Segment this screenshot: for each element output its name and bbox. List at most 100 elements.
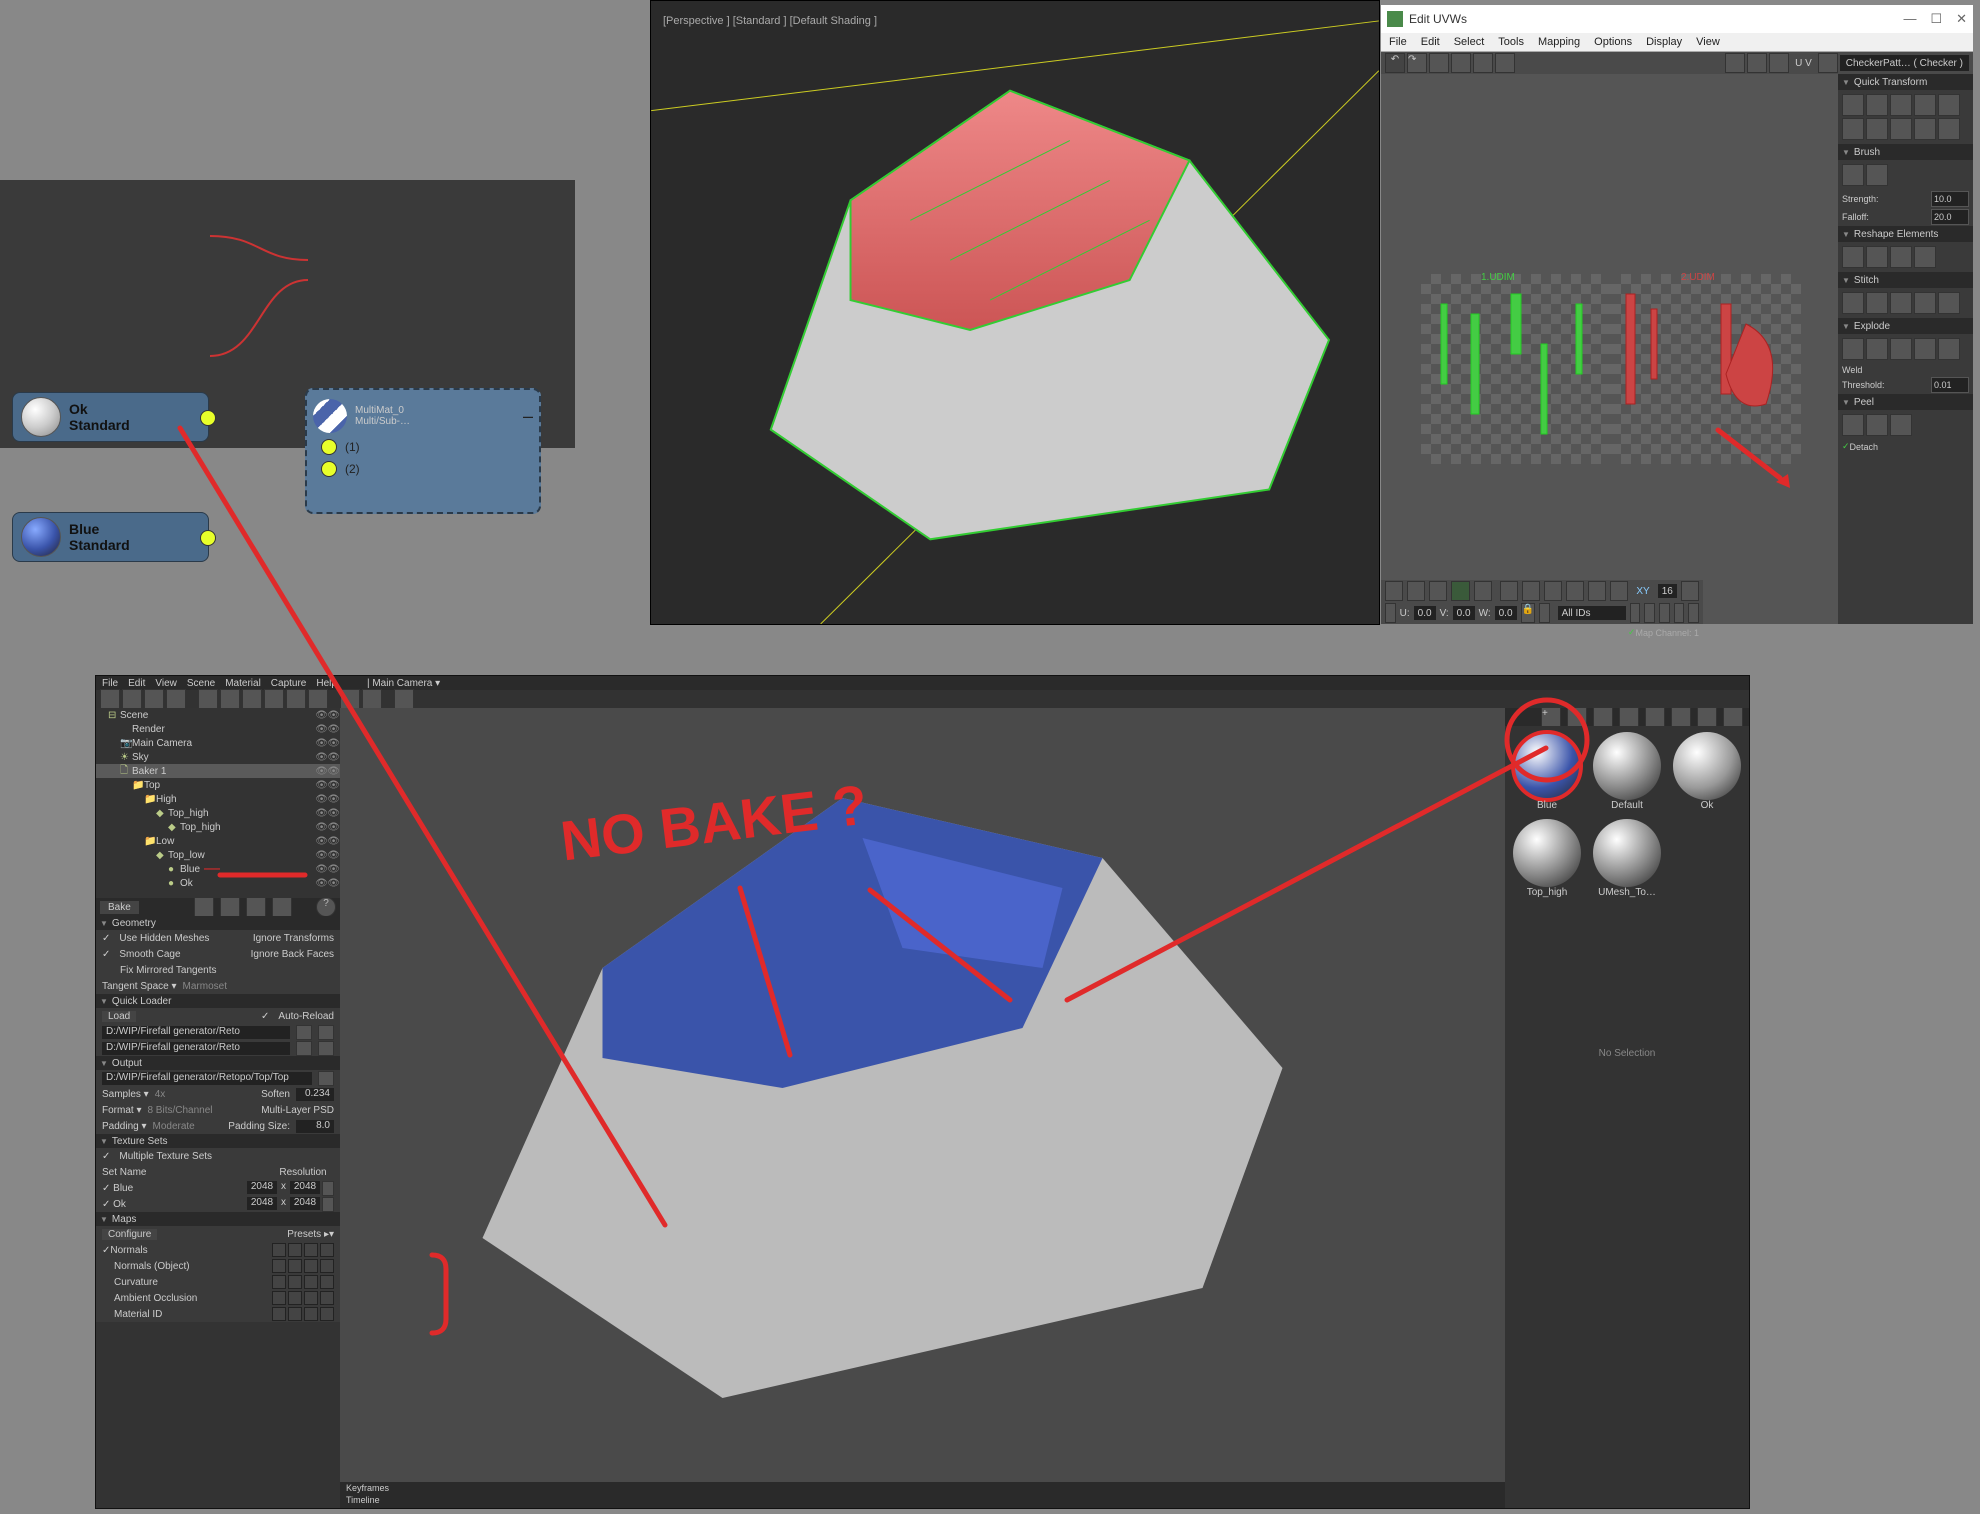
load-button[interactable]: Load [102,1011,136,1022]
menu-capture[interactable]: Capture [271,678,307,689]
folder-icon[interactable] [1593,707,1613,727]
pan-icon[interactable] [1659,603,1670,623]
align-icon[interactable] [1890,94,1912,116]
zoom-extents-icon[interactable] [1630,603,1641,623]
toolbar-button[interactable] [1539,603,1550,623]
matid-dropdown[interactable]: All IDs [1558,606,1626,620]
toolbar-button[interactable] [308,689,328,709]
subobj-element-icon[interactable] [1451,581,1469,601]
menu-mapping[interactable]: Mapping [1538,36,1580,48]
padding-dropdown[interactable]: Padding ▾ [102,1121,147,1132]
reshape-icon[interactable] [1914,246,1936,268]
path-field[interactable]: D:/WIP/Firefall generator/Reto [102,1042,290,1055]
menu-material[interactable]: Material [225,678,261,689]
toolbar-button[interactable] [264,689,284,709]
toolbar-button[interactable] [1681,581,1699,601]
texture-set-ok[interactable]: ✓ Ok2048x2048 [96,1196,340,1212]
toolbar-button[interactable] [1451,53,1471,73]
bake-button[interactable]: Bake [100,901,139,914]
map-ambient-occlusion[interactable]: Ambient Occlusion [96,1290,340,1306]
menu-view[interactable]: View [1696,36,1720,48]
output-path-field[interactable]: D:/WIP/Firefall generator/Retopo/Top/Top [102,1072,312,1085]
scene-item-top_high[interactable]: ◆Top_high👁👁 [96,806,340,820]
toolbar-button[interactable] [1674,603,1685,623]
scene-item-ok[interactable]: ●Ok👁👁 [96,876,340,890]
menu-edit[interactable]: Edit [128,678,145,689]
menu-display[interactable]: Display [1646,36,1682,48]
redo-icon[interactable]: ↷ [1407,53,1427,73]
peel-icon[interactable] [1890,414,1912,436]
scene-item-top_high[interactable]: ◆Top_high👁👁 [96,820,340,834]
stitch-icon[interactable] [1938,292,1960,314]
section-output[interactable]: Output [96,1056,340,1070]
toolbar-button[interactable] [1500,581,1518,601]
scene-item-baker-1[interactable]: 🗋Baker 1👁👁 [96,764,340,778]
menu-help[interactable]: Help [316,678,337,689]
section-explode[interactable]: Explode [1838,318,1973,334]
toolbar-button[interactable] [1544,581,1562,601]
align-icon[interactable] [1842,94,1864,116]
menu-select[interactable]: Select [1454,36,1485,48]
reload-icon[interactable] [296,1041,312,1056]
strength-field[interactable] [1931,191,1969,207]
marmoset-viewport[interactable]: Keyframes Timeline [340,708,1505,1508]
explode-icon[interactable] [1914,338,1936,360]
align-icon[interactable] [1938,94,1960,116]
window-titlebar[interactable]: Edit UVWs — ☐ ✕ [1381,5,1973,33]
toolbar-button[interactable] [1769,53,1789,73]
align-icon[interactable] [1914,94,1936,116]
undo-icon[interactable]: ↶ [1385,53,1405,73]
presets-dropdown[interactable]: Presets ▸▾ [287,1229,334,1240]
3dsmax-viewport[interactable]: [Perspective ] [Standard ] [Default Shad… [650,0,1380,625]
fix-mirror-checkbox[interactable]: Fix Mirrored Tangents [120,965,217,976]
explode-icon[interactable] [1938,338,1960,360]
map-normals-object-[interactable]: Normals (Object) [96,1258,340,1274]
section-quick-transform[interactable]: Quick Transform [1838,74,1973,90]
scene-tree[interactable]: ⊟Scene👁👁 Render👁👁📷Main Camera👁👁☀Sky👁👁🗋Ba… [96,708,340,890]
toolbar-button[interactable] [1747,53,1767,73]
camera-dropdown[interactable]: Main Camera ▾ [372,678,440,689]
toolbar-button[interactable] [272,897,292,917]
explode-icon[interactable] [1842,338,1864,360]
menu-file[interactable]: File [102,678,118,689]
format-dropdown[interactable]: Format ▾ [102,1105,141,1116]
material-node-ok[interactable]: OkStandard [12,392,209,442]
toolbar-button[interactable] [220,689,240,709]
material-thumb-top_high[interactable]: Top_high [1511,819,1583,898]
menu-options[interactable]: Options [1594,36,1632,48]
align-icon[interactable] [1866,94,1888,116]
freeform-mode-icon[interactable] [1818,53,1838,73]
texture-set-blue[interactable]: ✓ Blue2048x2048 [96,1180,340,1196]
material-node-multimat[interactable]: MultiMat_0Multi/Sub-… – (1) (2) [305,388,541,514]
toolbar-button[interactable] [1725,53,1745,73]
samples-dropdown[interactable]: Samples ▾ [102,1089,149,1100]
clear-icon[interactable] [318,1025,334,1040]
toolbar-button[interactable] [1522,581,1540,601]
grid-size-field[interactable]: 16 [1658,584,1677,598]
toolbar-button[interactable] [242,689,262,709]
slot-port[interactable] [321,461,337,477]
lock-icon[interactable]: 🔒 [1521,603,1535,623]
section-reshape[interactable]: Reshape Elements [1838,226,1973,242]
section-maps[interactable]: Maps [96,1212,340,1226]
toolbar-button[interactable] [198,689,218,709]
toolbar-button[interactable] [1474,581,1492,601]
toolbar-button[interactable] [122,689,142,709]
stitch-icon[interactable] [1890,292,1912,314]
uv-canvas[interactable]: 1.UDIM 2.UDIM [1381,74,1838,624]
material-node-blue[interactable]: BlueStandard [12,512,209,562]
multimat-slot-2[interactable]: (2) [313,458,533,480]
ignore-backfaces-checkbox[interactable]: Ignore Back Faces [251,949,334,960]
browse-icon[interactable] [318,1071,334,1086]
peel-icon[interactable] [1842,414,1864,436]
section-peel[interactable]: Peel [1838,394,1973,410]
padding-size-field[interactable]: 8.0 [296,1120,334,1133]
toolbar-button[interactable] [100,689,120,709]
auto-reload-checkbox[interactable]: Auto-Reload [278,1011,334,1022]
section-quick-loader[interactable]: Quick Loader [96,994,340,1008]
map-curvature[interactable]: Curvature [96,1274,340,1290]
scene-item-render[interactable]: Render👁👁 [96,722,340,736]
toolbar-button[interactable] [340,689,360,709]
help-icon[interactable]: ? [316,897,336,917]
reshape-icon[interactable] [1866,246,1888,268]
